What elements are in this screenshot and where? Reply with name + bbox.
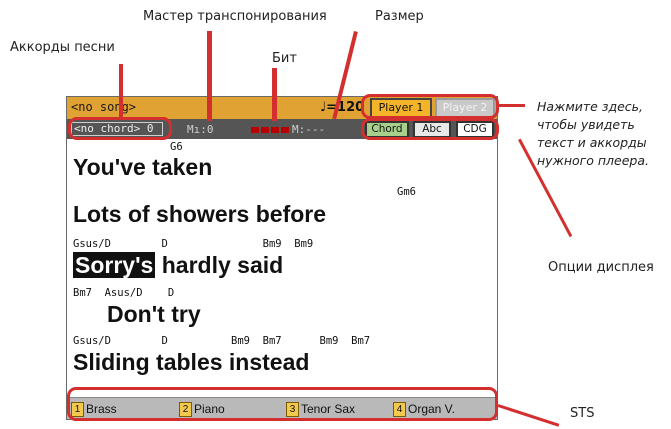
beat-indicator — [281, 127, 289, 133]
lyric-text: hardly said — [155, 252, 284, 278]
chord-line: Gm6 — [397, 186, 416, 198]
beat-indicator — [261, 127, 269, 133]
beat-indicator — [271, 127, 279, 133]
leader-line — [119, 64, 123, 117]
player-tabs-highlight — [361, 94, 499, 119]
lyric-line: Don't try — [107, 301, 201, 327]
caption-line: чтобы увидеть — [537, 117, 635, 132]
lyric-line: You've taken — [73, 154, 213, 180]
display-options-highlight — [361, 118, 499, 140]
chord-line: Gsus/D D Bm9 Bm7 Bm9 Bm7 — [73, 335, 371, 347]
song-chords-highlight — [68, 117, 172, 140]
leader-line — [272, 68, 277, 121]
lyric-line: Lots of showers before — [73, 201, 327, 227]
chord-line: Bm7 Asus/D D — [73, 287, 175, 299]
sts-highlight — [67, 387, 498, 421]
beat-caption: Бит — [272, 51, 297, 66]
caption-line: текст и аккорды — [537, 135, 647, 150]
chord-line: G6 — [170, 141, 183, 153]
transpose-readout: Mı:0 — [187, 123, 214, 136]
caption-line: Нажмите здесь, — [537, 99, 644, 114]
tempo-readout: ♩=120 — [320, 100, 365, 115]
lyric-line: Sliding tables instead — [73, 349, 310, 375]
song-display-screen: <no song> ♩=120 Player 1 Player 2 <no ch… — [66, 96, 498, 420]
player-select-caption: Нажмите здесь, чтобы увидеть текст и акк… — [537, 98, 649, 170]
song-name: <no song> — [71, 100, 137, 114]
current-word-highlight: Sorry's — [73, 252, 156, 278]
song-chords-caption: Аккорды песни — [10, 40, 115, 55]
leader-line — [207, 31, 212, 121]
caption-line: нужного плеера. — [537, 153, 649, 168]
leader-line — [497, 404, 560, 427]
display-options-caption: Опции дисплея — [548, 260, 654, 275]
chord-line: Gsus/D D Bm9 Bm9 — [73, 238, 314, 250]
leader-line — [499, 104, 525, 107]
measure-caption: Размер — [375, 9, 424, 24]
lyric-line: Sorry's hardly said — [73, 252, 283, 279]
beat-indicator — [251, 127, 259, 133]
transpose-master-caption: Мастер транспонирования — [143, 9, 327, 24]
measure-readout: M:--- — [292, 123, 326, 136]
sts-caption: STS — [570, 406, 595, 421]
